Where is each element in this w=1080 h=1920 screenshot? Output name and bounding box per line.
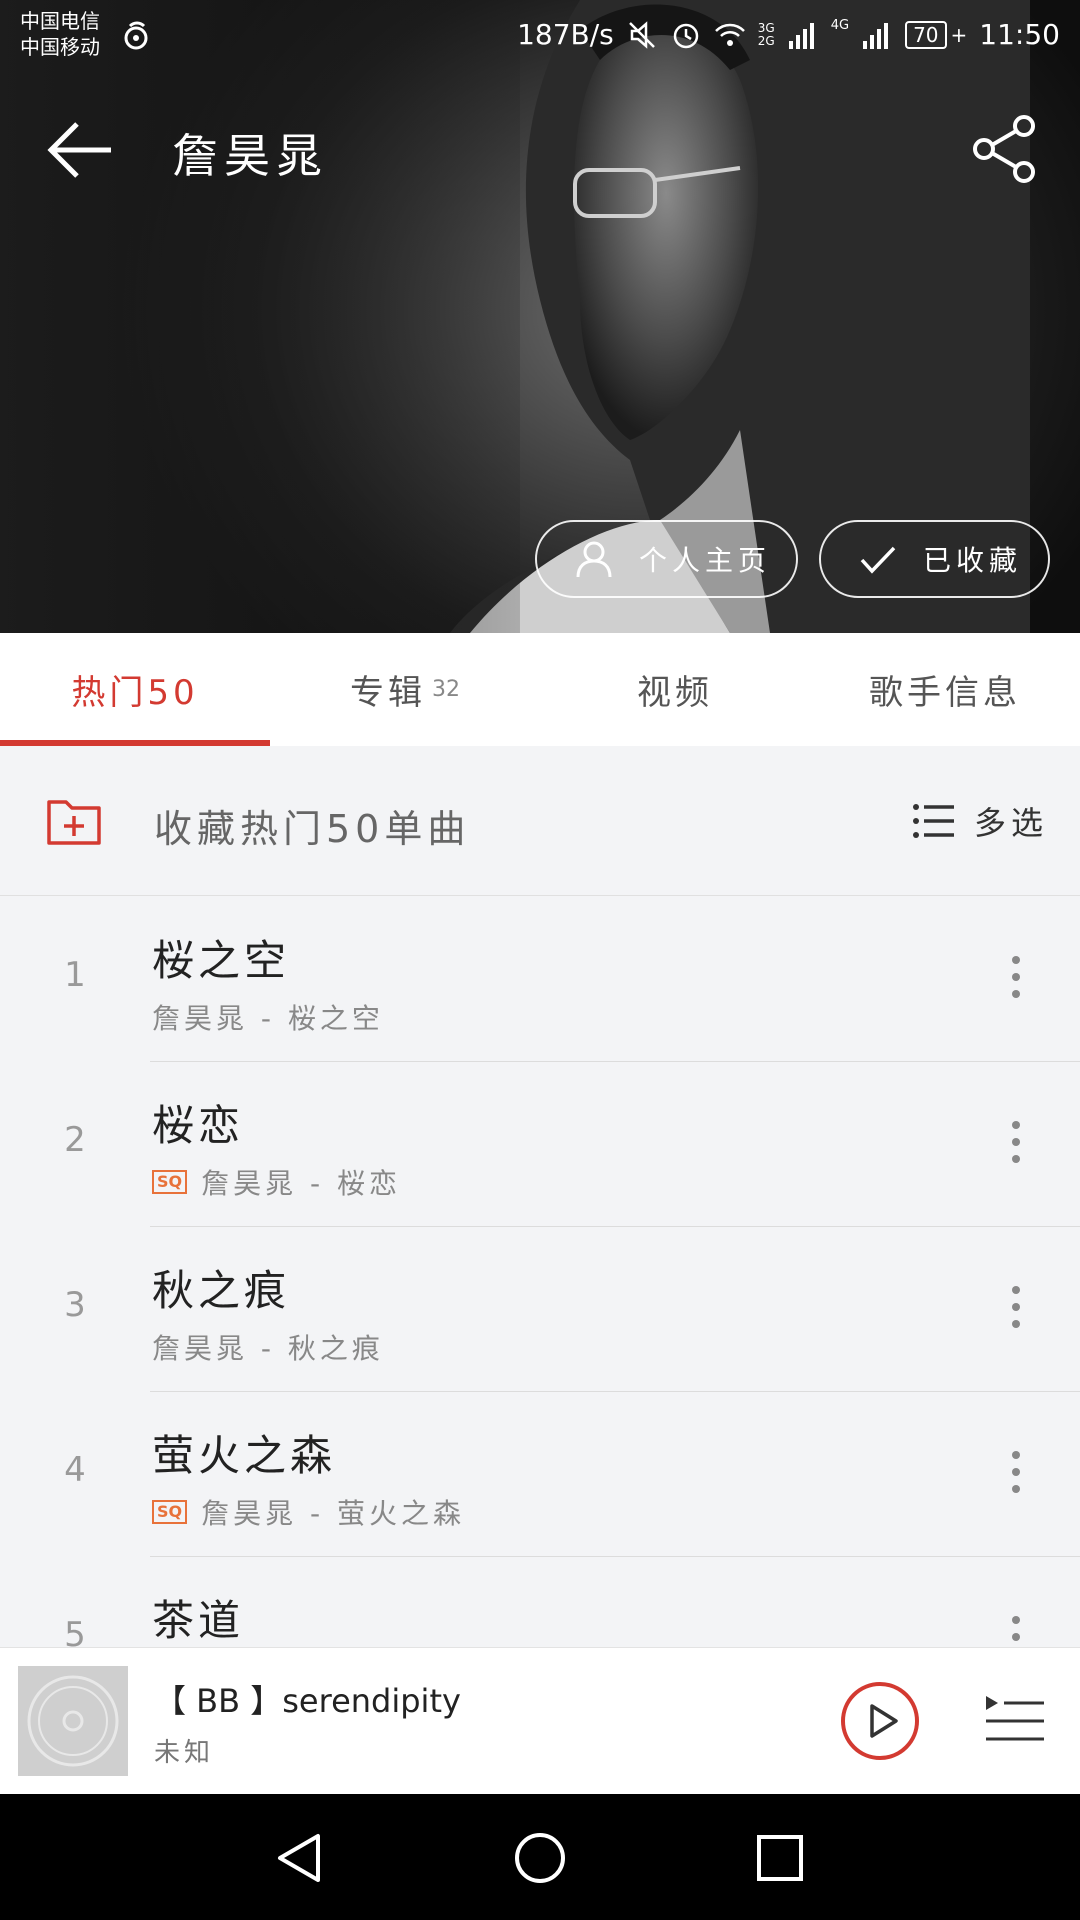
signal-icon-2: [863, 22, 889, 49]
sq-badge: SQ: [152, 1500, 188, 1524]
song-number: 2: [64, 1120, 86, 1160]
song-list: 1 桜之空 詹昊晁 - 桜之空 2 桜恋 SQ 詹昊晁 - 桜恋 3 秋之痕 詹…: [0, 897, 1080, 1647]
tab-label: 热门50: [71, 673, 199, 713]
song-number: 1: [64, 955, 86, 995]
multi-select-button[interactable]: 多选: [912, 798, 1048, 844]
nav-recents-icon[interactable]: [754, 1832, 806, 1884]
status-bar: 中国电信 中国移动 187B/s 3G 2G 4G 70 + 11:50: [0, 0, 1080, 76]
mini-player[interactable]: 【 BB 】serendipity 未知: [0, 1647, 1080, 1794]
share-icon[interactable]: [970, 114, 1040, 184]
alarm-icon: [673, 23, 699, 48]
network-3g-label: 3G: [757, 20, 775, 35]
song-number: 5: [64, 1615, 86, 1647]
battery-level: 70: [905, 20, 947, 49]
song-title: 桜恋: [152, 1101, 245, 1150]
tab-artist-info[interactable]: 歌手信息: [810, 633, 1080, 746]
multi-select-label: 多选: [973, 804, 1048, 842]
nav-back-icon[interactable]: [274, 1832, 326, 1884]
network-4g-label: 4G: [830, 18, 850, 33]
check-icon: [860, 546, 896, 574]
list-item[interactable]: 2 桜恋 SQ 詹昊晁 - 桜恋: [0, 1062, 1080, 1227]
song-title: 桜之空: [152, 936, 291, 985]
list-item[interactable]: 4 萤火之森 SQ 詹昊晁 - 萤火之森: [0, 1392, 1080, 1557]
vertical-dots-icon[interactable]: [1010, 1285, 1022, 1329]
hd-call-icon: [124, 21, 148, 50]
song-subtitle-row: SQ 詹昊晁 - 桜恋: [152, 1162, 401, 1202]
network-2g-label: 2G: [757, 33, 775, 48]
back-arrow-icon[interactable]: [45, 118, 117, 182]
vertical-dots-icon[interactable]: [1010, 955, 1022, 999]
carrier-1: 中国电信: [20, 9, 100, 33]
song-subtitle-row: SQ 詹昊晁 - 萤火之森: [152, 1492, 465, 1532]
wifi-icon: [714, 23, 745, 46]
tab-albums[interactable]: 专辑 32: [270, 633, 540, 746]
list-item[interactable]: 3 秋之痕 詹昊晁 - 秋之痕: [0, 1227, 1080, 1392]
tab-count: 32: [432, 677, 460, 702]
tab-videos[interactable]: 视频: [540, 633, 810, 746]
vertical-dots-icon[interactable]: [1010, 1450, 1022, 1494]
play-icon[interactable]: [840, 1681, 920, 1761]
song-subtitle-row: 詹昊晁 - 秋之痕: [152, 1327, 384, 1367]
song-subtitle: 詹昊晁 - 桜恋: [201, 1167, 402, 1200]
network-3g2g: 3G 2G: [757, 20, 775, 48]
list-icon: [912, 804, 954, 838]
carrier-info: 中国电信 中国移动: [20, 8, 100, 60]
list-item[interactable]: 5 茶道: [0, 1557, 1080, 1647]
collect-label: 收藏热门50单曲: [154, 807, 471, 851]
disc-icon: [27, 1675, 119, 1767]
list-item[interactable]: 1 桜之空 詹昊晁 - 桜之空: [0, 897, 1080, 1062]
charging-icon: +: [950, 22, 968, 47]
song-subtitle: 詹昊晁 - 萤火之森: [201, 1497, 466, 1530]
collect-hot50-row[interactable]: 收藏热门50单曲 多选: [0, 746, 1080, 896]
now-playing-artist: 未知: [154, 1738, 215, 1768]
system-nav-bar: [0, 1794, 1080, 1920]
tab-label: 视频: [637, 673, 713, 713]
song-number: 3: [64, 1285, 86, 1325]
folder-plus-icon: [47, 800, 101, 845]
nav-home-icon[interactable]: [514, 1832, 566, 1884]
artist-hero: 中国电信 中国移动 187B/s 3G 2G 4G 70 + 11:50 詹昊晁…: [0, 0, 1080, 633]
song-number: 4: [64, 1450, 86, 1490]
battery-indicator: 70 +: [905, 20, 968, 49]
tab-label: 专辑: [350, 673, 426, 713]
artist-name: 詹昊晁: [172, 129, 328, 183]
net-speed: 187B/s: [517, 18, 614, 51]
song-title: 茶道: [152, 1596, 245, 1645]
now-playing-title: 【 BB 】serendipity: [154, 1682, 461, 1720]
mute-icon: [628, 20, 655, 49]
favorited-button-label: 已收藏: [923, 544, 1023, 577]
tab-bar: 热门50 专辑 32 视频 歌手信息: [0, 633, 1080, 746]
sq-badge: SQ: [152, 1170, 188, 1194]
carrier-2: 中国移动: [20, 35, 100, 59]
clock: 11:50: [979, 18, 1060, 51]
song-title: 秋之痕: [152, 1266, 291, 1315]
song-title: 萤火之森: [152, 1431, 337, 1480]
profile-button[interactable]: 个人主页: [535, 520, 798, 598]
tab-hot50[interactable]: 热门50: [0, 633, 270, 746]
vertical-dots-icon[interactable]: [1010, 1615, 1022, 1647]
profile-button-label: 个人主页: [639, 544, 772, 577]
hero-shade: [0, 0, 520, 633]
signal-icon-1: [788, 22, 814, 49]
song-subtitle: 詹昊晁 - 桜之空: [152, 1002, 384, 1035]
song-subtitle: 詹昊晁 - 秋之痕: [152, 1332, 384, 1365]
song-subtitle-row: 詹昊晁 - 桜之空: [152, 997, 384, 1037]
person-icon: [576, 541, 612, 578]
playlist-icon[interactable]: [984, 1694, 1046, 1748]
favorited-button[interactable]: 已收藏: [819, 520, 1050, 598]
status-right: 187B/s 3G 2G 4G 70 + 11:50: [517, 18, 1060, 51]
album-cover[interactable]: [18, 1666, 128, 1776]
top-bar: 詹昊晁: [0, 100, 1080, 200]
vertical-dots-icon[interactable]: [1010, 1120, 1022, 1164]
tab-label: 歌手信息: [869, 673, 1021, 713]
